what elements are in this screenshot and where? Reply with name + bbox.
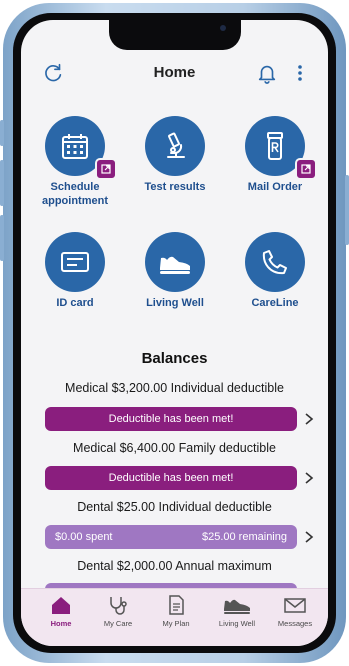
tab-messages[interactable]: Messages <box>266 595 324 635</box>
side-button <box>345 175 349 245</box>
tab-label: My Plan <box>162 619 190 628</box>
careline-button[interactable]: CareLine <box>225 232 325 332</box>
bar-status: Deductible has been met! <box>108 472 234 484</box>
tab-label: My Care <box>103 619 133 628</box>
tile-label: Living Well <box>146 297 204 309</box>
schedule-appointment-button[interactable]: Schedule appointment <box>25 116 125 216</box>
side-button <box>0 160 4 206</box>
side-button <box>0 215 4 261</box>
document-icon <box>169 595 184 615</box>
camera <box>220 25 226 31</box>
balance-line: Dental $2,000.00 Annual maximum <box>77 559 272 573</box>
tab-my-care[interactable]: My Care <box>89 595 147 635</box>
tile-label: ID card <box>56 297 94 309</box>
tab-my-plan[interactable]: My Plan <box>147 595 205 635</box>
app-header: Home <box>21 56 328 90</box>
id-card-icon <box>45 232 105 292</box>
bar-status: Deductible has been met! <box>108 413 234 425</box>
quick-actions-grid: Schedule appointment Test results Mail O… <box>21 116 328 316</box>
deductible-met-bar[interactable]: Deductible has been met! <box>45 466 297 490</box>
tab-label: Home <box>50 619 72 628</box>
mail-order-button[interactable]: Mail Order <box>225 116 325 216</box>
id-card-button[interactable]: ID card <box>25 232 125 332</box>
living-well-button[interactable]: Living Well <box>125 232 225 332</box>
deductible-met-bar[interactable]: Deductible has been met! <box>45 407 297 431</box>
external-link-icon <box>95 158 117 180</box>
microscope-icon <box>145 116 205 176</box>
stethoscope-icon <box>110 597 127 615</box>
test-results-button[interactable]: Test results <box>125 116 225 216</box>
home-icon <box>52 597 70 614</box>
tile-label: Mail Order <box>247 181 303 193</box>
tile-label: Schedule appointment <box>42 181 108 207</box>
phone-icon <box>245 232 305 292</box>
bottom-tab-bar: Home My Care My Plan Living Well Message… <box>21 588 328 646</box>
app-screen: Home Schedule appointment Test results M… <box>21 20 328 646</box>
tab-living-well[interactable]: Living Well <box>208 595 266 635</box>
balance-line: Medical $6,400.00 Family deductible <box>73 441 276 455</box>
bell-icon[interactable] <box>256 62 278 84</box>
envelope-icon <box>284 598 306 613</box>
tile-label: Test results <box>144 181 206 193</box>
balance-line: Medical $3,200.00 Individual deductible <box>65 381 284 395</box>
chevron-right-icon[interactable] <box>303 412 315 426</box>
deductible-progress-bar[interactable]: $0.00 spent $25.00 remaining <box>45 525 297 549</box>
chevron-right-icon[interactable] <box>303 530 315 544</box>
side-button <box>0 120 4 146</box>
notch <box>109 20 241 50</box>
sneaker-icon <box>145 232 205 292</box>
more-options-icon[interactable] <box>293 62 307 84</box>
remaining-amount: $25.00 remaining <box>201 531 287 543</box>
chevron-right-icon[interactable] <box>303 471 315 485</box>
tab-label: Messages <box>277 619 313 628</box>
page-title: Home <box>153 64 196 81</box>
tab-label: Living Well <box>218 619 256 628</box>
external-link-icon <box>295 158 317 180</box>
balance-line: Dental $25.00 Individual deductible <box>77 500 272 514</box>
spent-amount: $0.00 spent <box>55 531 113 543</box>
tab-home[interactable]: Home <box>32 595 90 635</box>
tile-label: CareLine <box>251 297 299 309</box>
balances-heading: Balances <box>141 350 208 367</box>
sneaker-icon <box>224 599 250 614</box>
